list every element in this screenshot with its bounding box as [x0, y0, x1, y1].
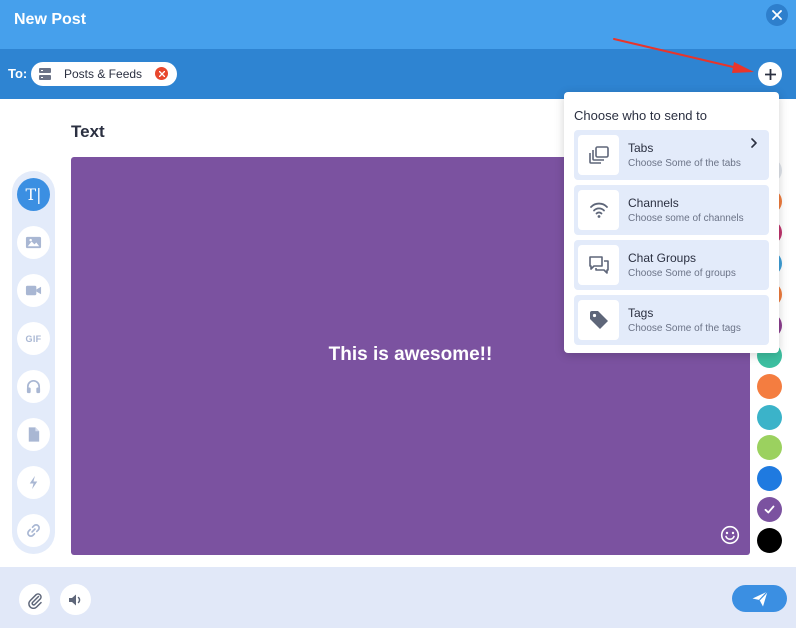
- flash-tool-button[interactable]: [17, 466, 50, 499]
- image-tool-button[interactable]: [17, 226, 50, 259]
- audio-tool-button[interactable]: [17, 370, 50, 403]
- color-swatch-selected[interactable]: [757, 497, 782, 522]
- send-icon: [752, 590, 768, 606]
- chat-icon: [588, 256, 609, 274]
- to-label: To:: [8, 66, 28, 81]
- recipient-chip[interactable]: Posts & Feeds: [31, 62, 177, 86]
- smiley-icon[interactable]: [720, 525, 740, 545]
- color-swatch[interactable]: [757, 405, 782, 430]
- text-icon: T|: [25, 185, 42, 204]
- feed-icon: [39, 68, 51, 80]
- dropdown-item-icon-box: [578, 135, 619, 175]
- link-tool-button[interactable]: [17, 514, 50, 547]
- video-icon: [25, 285, 42, 296]
- dropdown-heading: Choose who to send to: [574, 108, 707, 123]
- color-swatch[interactable]: [757, 374, 782, 399]
- send-to-dropdown: Choose who to send to Tabs Choose Some o…: [564, 92, 779, 353]
- dropdown-item-icon-box: [578, 245, 619, 285]
- dropdown-item-icon-box: [578, 300, 619, 340]
- tabs-icon: [588, 146, 609, 164]
- remove-icon: [158, 70, 165, 77]
- dropdown-item-subtitle: Choose Some of groups: [628, 268, 736, 279]
- window-title: New Post: [14, 11, 87, 28]
- file-icon: [28, 427, 40, 442]
- dropdown-item-subtitle: Choose Some of the tabs: [628, 158, 741, 169]
- link-icon: [27, 524, 40, 537]
- lightning-icon: [29, 475, 38, 490]
- dropdown-item-channels[interactable]: Channels Choose some of channels: [574, 185, 769, 235]
- speaker-icon: [68, 594, 80, 605]
- wifi-icon: [589, 202, 608, 218]
- dropdown-item-tags[interactable]: Tags Choose Some of the tags: [574, 295, 769, 345]
- attach-button[interactable]: [19, 584, 50, 615]
- paperclip-icon: [27, 592, 42, 609]
- text-tool-button[interactable]: T|: [17, 178, 50, 211]
- file-tool-button[interactable]: [17, 418, 50, 451]
- color-swatch[interactable]: [757, 528, 782, 553]
- gif-icon: GIF: [25, 333, 42, 344]
- dropdown-item-icon-box: [578, 190, 619, 230]
- post-type-toolbar: T| GIF: [12, 171, 55, 554]
- headphones-icon: [26, 380, 41, 394]
- annotation-arrow: [613, 38, 754, 73]
- close-icon: [772, 10, 782, 20]
- dropdown-item-title: Channels: [628, 196, 679, 210]
- dropdown-item-subtitle: Choose Some of the tags: [628, 323, 741, 334]
- video-tool-button[interactable]: [17, 274, 50, 307]
- dropdown-item-subtitle: Choose some of channels: [628, 213, 744, 224]
- add-recipient-button[interactable]: [758, 62, 782, 86]
- dropdown-item-tabs[interactable]: Tabs Choose Some of the tabs: [574, 130, 769, 180]
- composer-footer: [0, 567, 796, 628]
- remove-recipient-button[interactable]: [155, 67, 168, 80]
- section-title: Text: [71, 122, 105, 141]
- plus-icon: [764, 68, 776, 80]
- gif-tool-button[interactable]: GIF: [17, 322, 50, 355]
- recipient-chip-label: Posts & Feeds: [64, 67, 143, 81]
- sound-button[interactable]: [60, 584, 91, 615]
- image-icon: [25, 236, 42, 249]
- dropdown-item-title: Chat Groups: [628, 251, 697, 265]
- dropdown-item-chat-groups[interactable]: Chat Groups Choose Some of groups: [574, 240, 769, 290]
- color-swatch[interactable]: [757, 435, 782, 460]
- check-icon: [764, 505, 775, 514]
- color-swatch[interactable]: [757, 466, 782, 491]
- dropdown-item-title: Tags: [628, 306, 654, 320]
- send-button[interactable]: [732, 585, 787, 612]
- close-button[interactable]: [766, 4, 788, 26]
- tag-icon: [589, 311, 608, 329]
- dropdown-item-title: Tabs: [628, 141, 654, 155]
- chevron-right-icon: [751, 138, 757, 148]
